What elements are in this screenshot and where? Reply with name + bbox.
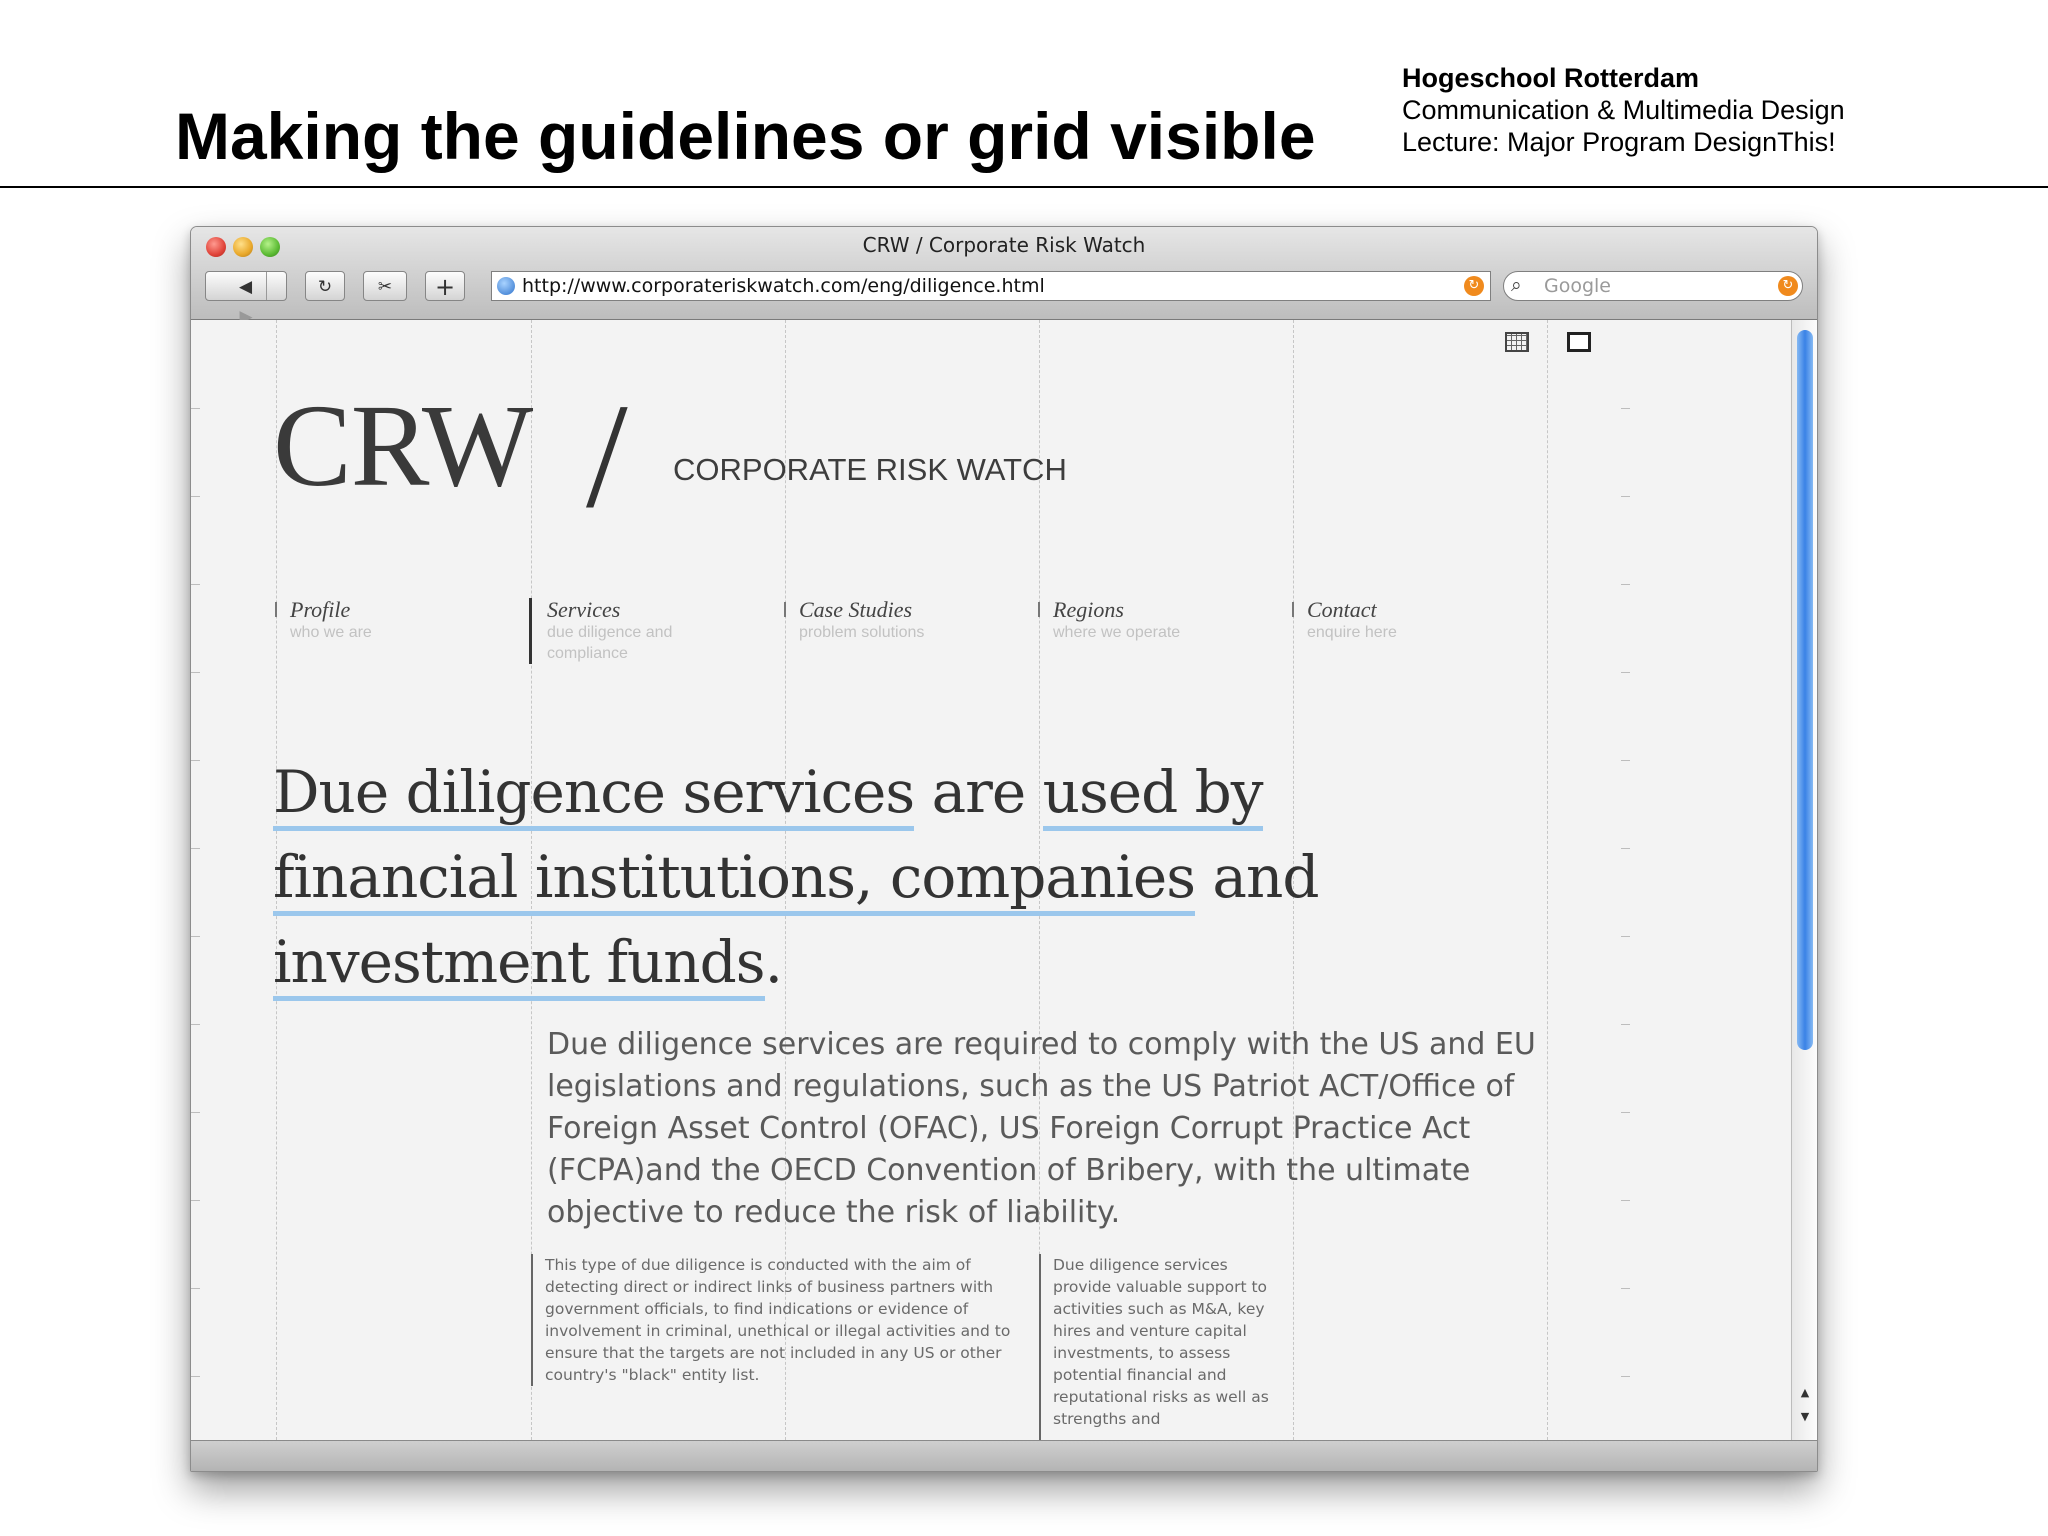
headline-link[interactable]: financial institutions, companies — [273, 843, 1196, 916]
grid-tick — [1621, 1112, 1630, 1113]
grid-tick — [191, 1200, 200, 1201]
headline-line: financial institutions, companies and — [273, 835, 1473, 920]
rss-icon[interactable]: ↻ — [1464, 276, 1484, 296]
nav-title: Contact — [1307, 597, 1377, 622]
headline-link[interactable]: used by — [1042, 758, 1264, 831]
scroll-down-icon[interactable]: ▼ — [1792, 1410, 1817, 1430]
nav-profile[interactable]: Profile who we are — [275, 597, 440, 643]
nav-title: Profile — [290, 597, 351, 622]
nav-services[interactable]: Services due diligence and compliance — [529, 598, 697, 664]
school-block: Hogeschool Rotterdam Communication & Mul… — [1402, 62, 1845, 158]
nav-title: Services — [547, 597, 621, 622]
search-bar[interactable]: ⌕ ↻ — [1503, 271, 1803, 301]
slide-title: Making the guidelines or grid visible — [175, 99, 1316, 173]
grid-tick — [191, 584, 200, 585]
headline-link[interactable]: investment funds — [273, 928, 766, 1001]
grid-icon[interactable] — [1505, 332, 1529, 352]
page-headline: Due diligence services are used by finan… — [273, 750, 1473, 1005]
grid-tick — [1621, 1200, 1630, 1201]
globe-icon — [497, 277, 515, 295]
headline-line: investment funds. — [273, 920, 1473, 1005]
back-forward-buttons: ◀▶ — [205, 271, 287, 327]
grid-tick — [1621, 936, 1630, 937]
grid-tick — [1621, 496, 1630, 497]
window-title: CRW / Corporate Risk Watch — [862, 233, 1146, 257]
headline-link[interactable]: Due diligence services — [273, 758, 915, 831]
grid-tick — [1621, 1024, 1630, 1025]
vertical-scrollbar[interactable]: ▲ ▼ — [1791, 320, 1817, 1440]
grid-tick — [191, 408, 200, 409]
search-icon: ⌕ — [1511, 274, 1522, 296]
browser-toolbar: CRW / Corporate Risk Watch ◀▶ ↻ ✂ + http… — [191, 227, 1817, 327]
headline-text: are — [914, 758, 1043, 826]
nav-subtitle: due diligence and compliance — [547, 624, 673, 662]
nav-subtitle: problem solutions — [799, 624, 925, 641]
grid-tick — [1621, 672, 1630, 673]
grid-tick — [191, 1024, 200, 1025]
add-icon[interactable]: + — [425, 271, 465, 301]
grid-tick — [1621, 1376, 1630, 1377]
body-column-right: Due diligence services provide valuable … — [1039, 1254, 1275, 1440]
scroll-up-icon[interactable]: ▲ — [1792, 1386, 1817, 1406]
grid-tick — [191, 936, 200, 937]
nav-title: Case Studies — [799, 597, 913, 622]
page-viewport: CRW / CORPORATE RISK WATCH Profile who w… — [191, 320, 1791, 1440]
url-bar[interactable]: http://www.corporateriskwatch.com/eng/di… — [491, 271, 1491, 301]
program-name: Communication & Multimedia Design — [1402, 95, 1845, 125]
scroll-thumb[interactable] — [1797, 330, 1813, 1050]
headline-text: . — [764, 928, 783, 996]
search-input[interactable] — [1544, 273, 1744, 299]
columns-icon[interactable] — [1567, 332, 1591, 352]
status-bar — [191, 1440, 1817, 1471]
grid-guideline — [1547, 320, 1548, 1440]
grid-tick — [1621, 760, 1630, 761]
back-icon[interactable]: ◀ — [226, 272, 266, 302]
grid-tick — [191, 496, 200, 497]
reload-icon[interactable]: ↻ — [305, 271, 345, 301]
nav-case-studies[interactable]: Case Studies problem solutions — [784, 597, 949, 643]
lecture-name: Lecture: Major Program DesignThis! — [1402, 127, 1836, 157]
url-text[interactable]: http://www.corporateriskwatch.com/eng/di… — [522, 275, 1045, 297]
grid-tick — [191, 1288, 200, 1289]
body-column-left: This type of due diligence is conducted … — [531, 1254, 1013, 1386]
grid-tick — [1621, 848, 1630, 849]
nav-subtitle: enquire here — [1307, 624, 1397, 641]
grid-tick — [1621, 584, 1630, 585]
grid-tick — [191, 848, 200, 849]
browser-window: CRW / Corporate Risk Watch ◀▶ ↻ ✂ + http… — [190, 226, 1818, 1472]
nav-title: Regions — [1053, 597, 1124, 622]
grid-tick — [191, 1112, 200, 1113]
grid-tick — [1621, 408, 1630, 409]
nav-subtitle: where we operate — [1053, 624, 1181, 641]
grid-tick — [191, 760, 200, 761]
nav-contact[interactable]: Contact enquire here — [1292, 597, 1457, 643]
grid-tick — [191, 672, 200, 673]
logo-slash: / — [586, 373, 628, 539]
header-rule — [0, 186, 2048, 188]
lead-paragraph: Due diligence services are required to c… — [547, 1027, 1536, 1230]
nav-regions[interactable]: Regions where we operate — [1038, 597, 1203, 643]
site-tagline: CORPORATE RISK WATCH — [673, 452, 1067, 487]
search-go-icon[interactable]: ↻ — [1778, 276, 1798, 296]
school-name: Hogeschool Rotterdam — [1402, 63, 1700, 93]
grid-tick — [1621, 1288, 1630, 1289]
headline-text: and — [1194, 843, 1319, 911]
grid-tick — [191, 1376, 200, 1377]
nav-subtitle: who we are — [290, 624, 372, 641]
site-logo[interactable]: CRW — [273, 378, 533, 514]
snippet-icon[interactable]: ✂ — [363, 271, 407, 301]
